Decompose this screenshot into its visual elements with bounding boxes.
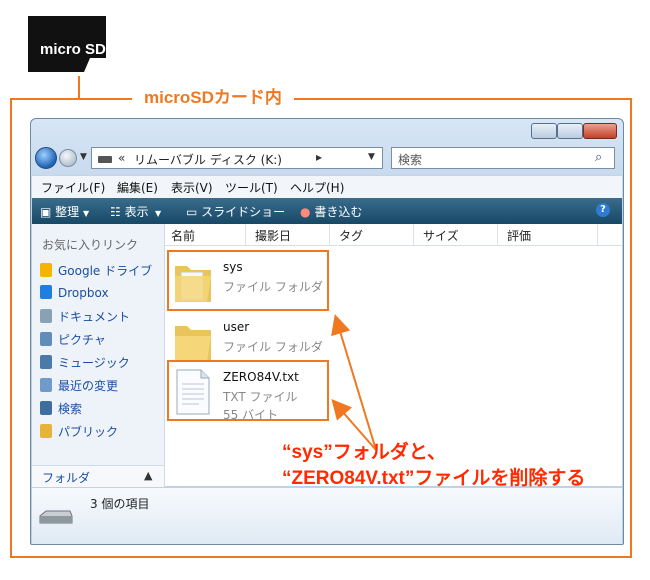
arrow-to-sys [331,314,377,451]
annotation-line-2: “ZERO84V.txt”ファイルを削除する [282,468,586,489]
annotation-text: “sys”フォルダと、 “ZERO84V.txt”ファイルを削除する [282,440,627,492]
annotation-line-1: “sys”フォルダと、 [282,442,446,463]
annotation-arrows [331,314,377,451]
